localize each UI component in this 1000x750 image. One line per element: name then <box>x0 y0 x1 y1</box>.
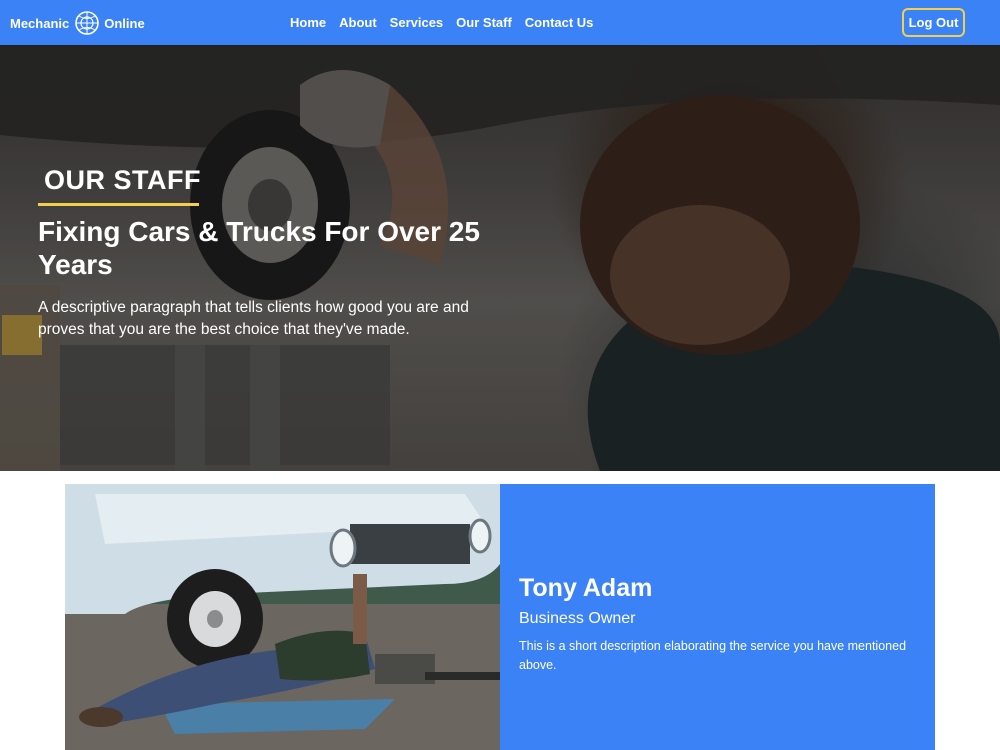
logout-button[interactable]: Log Out <box>902 8 965 37</box>
staff-name: Tony Adam <box>519 574 653 602</box>
top-navbar: Mechanic Online Home About Services Our … <box>0 0 1000 45</box>
nav-contact-us[interactable]: Contact Us <box>525 15 594 30</box>
brand-logo-link[interactable]: Mechanic Online <box>10 8 145 38</box>
brand-name-right: Online <box>104 15 145 31</box>
nav-home[interactable]: Home <box>290 15 326 30</box>
globe-gear-icon <box>75 11 100 35</box>
hero-banner: OUR STAFF Fixing Cars & Trucks For Over … <box>0 45 1000 471</box>
hero-underline-divider <box>38 203 199 206</box>
mechanic-under-car-image <box>65 484 500 750</box>
staff-description: This is a short description elaborating … <box>519 639 907 672</box>
staff-info-panel: Tony Adam Business Owner This is a short… <box>500 484 935 750</box>
brand-name-left: Mechanic <box>10 15 70 31</box>
nav-about[interactable]: About <box>339 15 377 30</box>
staff-role: Business Owner <box>519 610 636 627</box>
staff-photo <box>65 484 500 750</box>
staff-card: Tony Adam Business Owner This is a short… <box>65 484 935 750</box>
main-nav: Home About Services Our Staff Contact Us <box>290 0 606 45</box>
hero-eyebrow: OUR STAFF <box>44 165 201 195</box>
hero-title: Fixing Cars & Trucks For Over 25 Years <box>38 216 480 280</box>
nav-services[interactable]: Services <box>390 15 444 30</box>
hero-description: A descriptive paragraph that tells clien… <box>38 299 469 338</box>
nav-our-staff[interactable]: Our Staff <box>456 15 512 30</box>
